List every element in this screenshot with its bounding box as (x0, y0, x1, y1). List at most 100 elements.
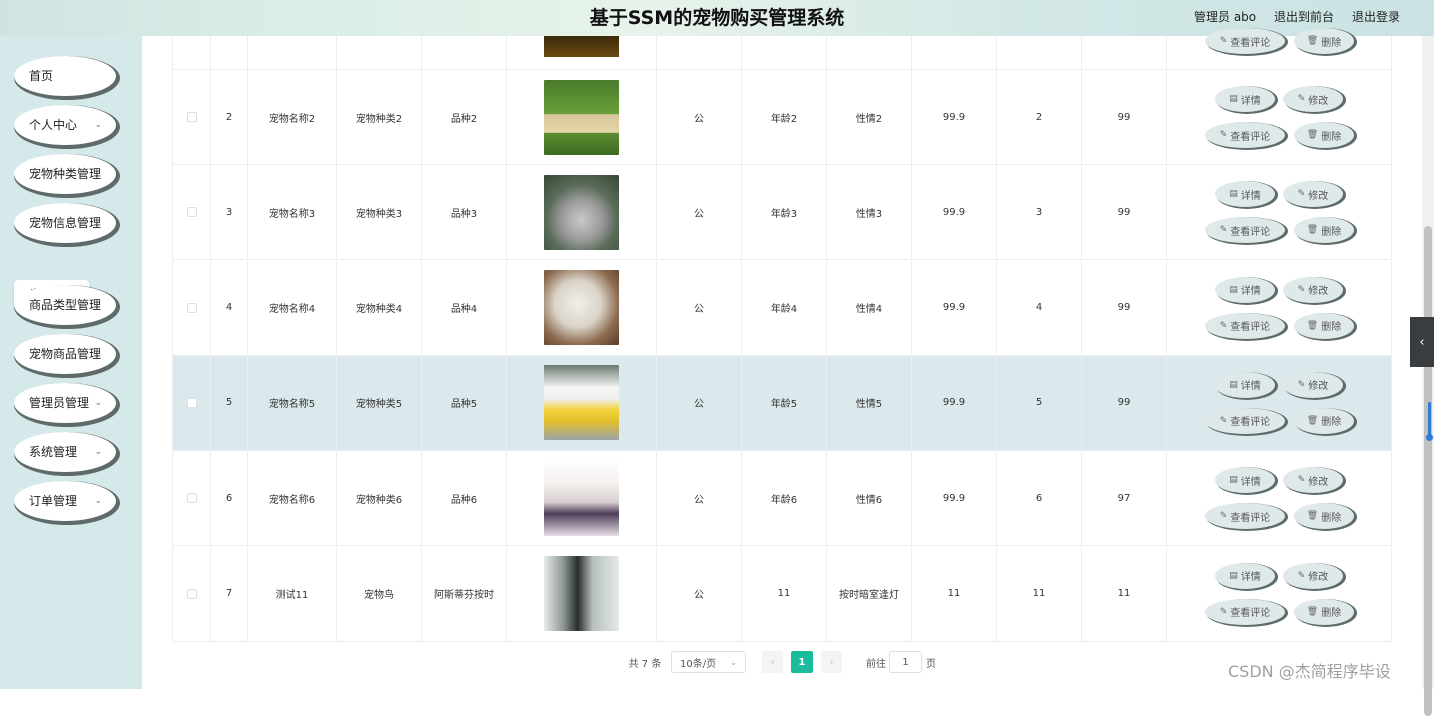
total-count: 共 7 条 (628, 658, 662, 670)
view-comments-button[interactable]: ✎ 查看评论 (1205, 407, 1285, 434)
edit-icon: ✎ (1297, 189, 1306, 200)
edit-button[interactable]: ✎ 修改 (1283, 181, 1343, 208)
prev-page-button[interactable]: ‹ (762, 651, 783, 673)
cell-name: 宠物名称5 (248, 355, 337, 450)
sidebar-item-label: 宠物信息管理 (29, 216, 102, 230)
cell-age: 11 (742, 546, 827, 641)
page-size-select[interactable]: 10条/页 ⌄ (671, 651, 746, 673)
cell-sex: 公 (657, 546, 742, 641)
delete-button[interactable]: 🗑 删除 (1294, 312, 1354, 339)
detail-button[interactable]: ▤ 详情 (1215, 276, 1275, 303)
view-comments-button[interactable]: ✎ 查看评论 (1205, 503, 1285, 530)
document-icon: ▤ (1229, 189, 1238, 200)
detail-button[interactable]: ▤ 详情 (1215, 371, 1275, 398)
chevron-down-icon: ⌄ (94, 398, 102, 408)
cell-temper: 性情6 (827, 451, 912, 546)
row-checkbox[interactable] (186, 302, 197, 313)
document-icon: ▤ (1229, 94, 1238, 104)
edit-icon: ✎ (1297, 379, 1306, 390)
sidebar-item-personal-center[interactable]: 个人中心 ⌄ (14, 105, 116, 145)
next-page-button[interactable]: › (821, 651, 842, 673)
view-comments-button[interactable]: ✎ 查看评论 (1205, 598, 1285, 625)
edit-button[interactable]: ✎ 修改 (1283, 86, 1343, 112)
cell-breed: 品种2 (422, 70, 507, 164)
edit-button[interactable]: ✎ 修改 (1283, 276, 1343, 303)
cell-col_a: 3 (997, 165, 1082, 260)
sidebar-item-label: 宠物种类管理 (29, 167, 102, 181)
cell-kind: 宠物种类5 (337, 355, 422, 450)
cell-kind: 宠物鸟 (337, 546, 422, 641)
cell-breed: 品种3 (422, 165, 507, 260)
detail-button[interactable]: ▤ 详情 (1215, 86, 1275, 112)
cell-kind: 宠物种类3 (337, 165, 422, 260)
cell-age: 年龄3 (742, 165, 827, 260)
row-checkbox[interactable] (186, 207, 197, 218)
cell-col_a: 11 (997, 546, 1082, 641)
sidebar-item-system[interactable]: 系统管理 ⌄ (14, 432, 116, 472)
sidebar-item-admin[interactable]: 管理员管理 ⌄ (14, 383, 116, 423)
sidebar-item-goods-type[interactable]: 商品类型管理 (14, 285, 116, 325)
cell-idx: 3 (211, 165, 248, 260)
chevron-right-icon: › (829, 656, 834, 668)
trash-icon: 🗑 (1306, 225, 1319, 236)
document-icon: ▤ (1229, 379, 1238, 390)
trash-icon: 🗑 (1306, 320, 1319, 331)
sidebar-item-home[interactable]: 首页 (14, 56, 116, 96)
edit-button[interactable]: ✎ 修改 (1283, 467, 1343, 494)
cell-idx: 5 (211, 355, 248, 450)
cell-col_b: 99 (1082, 355, 1167, 450)
anime-character-image (544, 556, 619, 631)
collapse-panel-tab[interactable]: ‹ (1410, 317, 1434, 367)
row-checkbox[interactable] (186, 493, 197, 504)
edit-button[interactable]: ✎ 修改 (1283, 371, 1343, 398)
detail-button[interactable]: ▤ 详情 (1215, 562, 1275, 589)
sidebar-item-label: 宠物商品管理 (29, 347, 102, 361)
edit-icon: ✎ (1297, 570, 1306, 581)
sidebar-item-pet-category[interactable]: 宠物种类管理 (14, 154, 116, 194)
delete-button[interactable]: 🗑 删除 (1294, 122, 1354, 148)
edit-button[interactable]: ✎ 修改 (1283, 562, 1343, 589)
view-comments-button[interactable]: ✎ 查看评论 (1205, 122, 1285, 148)
trash-icon: 🗑 (1306, 606, 1319, 617)
view-comments-button[interactable]: ✎ 查看评论 (1205, 217, 1285, 244)
exit-to-front-link[interactable]: 退出到前台 (1274, 8, 1334, 25)
view-comments-button[interactable]: ✎ 查看评论 (1205, 28, 1285, 54)
cell-temper: 性情3 (827, 165, 912, 260)
row-checkbox[interactable] (186, 112, 197, 122)
chevron-down-icon: ⌄ (94, 447, 102, 457)
cell-col_b: 99 (1082, 165, 1167, 260)
sidebar-item-pet-goods[interactable]: 宠物商品管理 (14, 334, 116, 374)
sidebar-item-orders[interactable]: 订单管理 ⌄ (14, 481, 116, 521)
cell-idx: 7 (211, 546, 248, 641)
delete-button[interactable]: 🗑 删除 (1294, 407, 1354, 434)
delete-button[interactable]: 🗑 删除 (1294, 217, 1354, 244)
cell-kind: 宠物种类6 (337, 451, 422, 546)
sidebar-item-label: 个人中心 (29, 118, 78, 132)
row-checkbox[interactable] (186, 588, 197, 599)
page-number-current[interactable]: 1 (791, 651, 813, 673)
cell-name: 测试11 (248, 546, 337, 641)
row-checkbox[interactable] (186, 397, 197, 408)
delete-button[interactable]: 🗑 删除 (1294, 598, 1354, 625)
cell-age: 年龄6 (742, 451, 827, 546)
zoom-slider-handle[interactable] (1426, 434, 1433, 441)
cell-kind: 宠物种类4 (337, 260, 422, 355)
goto-label: 前往 (866, 658, 886, 670)
sidebar-item-label: 系统管理 (29, 445, 78, 459)
delete-button[interactable]: 🗑 删除 (1294, 28, 1354, 54)
delete-button[interactable]: 🗑 删除 (1294, 503, 1354, 530)
detail-button[interactable]: ▤ 详情 (1215, 181, 1275, 208)
cell-breed: 品种6 (422, 451, 507, 546)
cell-sex: 公 (657, 451, 742, 546)
cell-col_b: 99 (1082, 260, 1167, 355)
cell-name: 宠物名称4 (248, 260, 337, 355)
view-comments-button[interactable]: ✎ 查看评论 (1205, 312, 1285, 339)
trash-icon: 🗑 (1306, 36, 1319, 46)
goto-page-input[interactable]: 1 (889, 651, 922, 673)
cell-col_b: 99 (1082, 70, 1167, 164)
logout-link[interactable]: 退出登录 (1352, 8, 1400, 25)
detail-button[interactable]: ▤ 详情 (1215, 467, 1275, 494)
sidebar-item-pet-info[interactable]: 宠物信息管理 (14, 203, 116, 243)
table-row: 6 宠物名称6 宠物种类6 品种6 公年龄6 性情6 99.9 6 97 ▤ 详情 ✎ 修改 ✎ 查看评论 🗑… (172, 451, 1392, 547)
scrollbar-thumb[interactable] (1424, 226, 1432, 716)
